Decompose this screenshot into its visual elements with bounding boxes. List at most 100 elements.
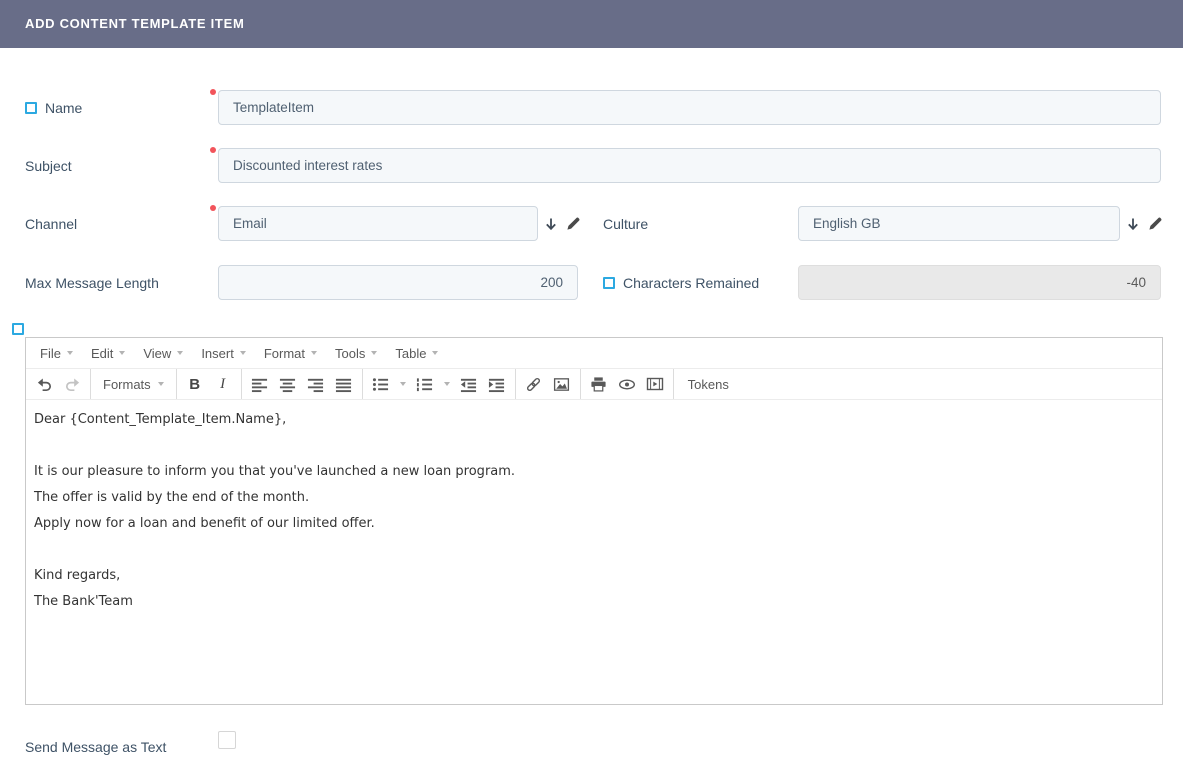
name-label-text: Name xyxy=(45,100,82,116)
culture-edit-button[interactable] xyxy=(1144,206,1166,241)
toolbar-group-insert xyxy=(515,369,580,399)
chevron-down-icon xyxy=(400,382,406,386)
menu-insert[interactable]: Insert xyxy=(192,338,255,368)
subject-label: Subject xyxy=(25,148,72,183)
menu-edit[interactable]: Edit xyxy=(82,338,134,368)
content-line: The offer is valid by the end of the mon… xyxy=(34,490,1154,506)
align-left-button[interactable] xyxy=(246,371,274,397)
content-line: Kind regards, xyxy=(34,568,1154,584)
menu-table[interactable]: Table xyxy=(386,338,447,368)
bullet-list-icon xyxy=(372,376,389,393)
name-label: Name xyxy=(25,90,82,125)
justify-button[interactable] xyxy=(330,371,358,397)
channel-input[interactable] xyxy=(218,206,538,241)
toolbar-group-lists xyxy=(362,369,515,399)
menu-tools-label: Tools xyxy=(335,346,365,361)
chevron-down-icon xyxy=(67,351,73,355)
menu-view[interactable]: View xyxy=(134,338,192,368)
page-header: ADD CONTENT TEMPLATE ITEM xyxy=(0,0,1183,48)
bold-icon: B xyxy=(189,376,200,393)
chevron-down-icon xyxy=(371,351,377,355)
toolbar-group-history xyxy=(26,369,90,399)
undo-button[interactable] xyxy=(30,371,58,397)
send-message-as-text-checkbox[interactable] xyxy=(218,731,236,749)
italic-button[interactable]: I xyxy=(209,371,237,397)
formats-dropdown[interactable]: Formats xyxy=(95,371,172,397)
arrow-down-icon xyxy=(543,216,559,232)
insert-media-button[interactable] xyxy=(641,371,669,397)
subject-input[interactable] xyxy=(218,148,1161,183)
redo-button[interactable] xyxy=(58,371,86,397)
bullet-list-button[interactable] xyxy=(367,371,395,397)
channel-label: Channel xyxy=(25,206,77,241)
italic-icon: I xyxy=(220,376,225,393)
undo-icon xyxy=(36,376,53,393)
indent-icon xyxy=(488,376,505,393)
tokens-button[interactable]: Tokens xyxy=(678,371,739,397)
send-message-as-text-label: Send Message as Text xyxy=(25,729,166,764)
subject-label-text: Subject xyxy=(25,158,72,174)
align-left-icon xyxy=(251,376,268,393)
print-button[interactable] xyxy=(585,371,613,397)
menu-edit-label: Edit xyxy=(91,346,113,361)
name-input[interactable] xyxy=(218,90,1161,125)
content-line: It is our pleasure to inform you that yo… xyxy=(34,464,1154,480)
chevron-down-icon xyxy=(119,351,125,355)
characters-remained-label-text: Characters Remained xyxy=(623,275,759,291)
add-content-template-item-page: ADD CONTENT TEMPLATE ITEM Name Subject C… xyxy=(0,0,1183,769)
numbered-list-icon xyxy=(416,376,433,393)
content-line: Apply now for a loan and benefit of our … xyxy=(34,516,1154,532)
image-icon xyxy=(553,376,570,393)
menu-file-label: File xyxy=(40,346,61,361)
justify-icon xyxy=(335,376,352,393)
max-message-length-input[interactable] xyxy=(218,265,578,300)
content-line: The Bank'Team xyxy=(34,594,1154,610)
outdent-button[interactable] xyxy=(455,371,483,397)
channel-edit-button[interactable] xyxy=(562,206,584,241)
menu-insert-label: Insert xyxy=(201,346,234,361)
info-square-icon xyxy=(12,323,24,335)
menu-file[interactable]: File xyxy=(31,338,82,368)
numbered-list-options-button[interactable] xyxy=(439,371,455,397)
menu-tools[interactable]: Tools xyxy=(326,338,386,368)
max-message-length-label-text: Max Message Length xyxy=(25,275,159,291)
preview-button[interactable] xyxy=(613,371,641,397)
culture-input[interactable] xyxy=(798,206,1120,241)
bullet-list-options-button[interactable] xyxy=(395,371,411,397)
insert-link-button[interactable] xyxy=(520,371,548,397)
print-icon xyxy=(590,376,607,393)
channel-dropdown-button[interactable] xyxy=(540,206,562,241)
numbered-list-button[interactable] xyxy=(411,371,439,397)
required-dot xyxy=(210,147,216,153)
editor-content[interactable]: Dear {Content_Template_Item.Name}, It is… xyxy=(26,400,1162,704)
formats-label: Formats xyxy=(103,377,151,392)
insert-image-button[interactable] xyxy=(548,371,576,397)
culture-label-text: Culture xyxy=(603,216,648,232)
toolbar-group-output xyxy=(580,369,673,399)
characters-remained-label: Characters Remained xyxy=(603,265,759,300)
characters-remained-input xyxy=(798,265,1161,300)
menu-format-label: Format xyxy=(264,346,305,361)
message-editor: File Edit View Insert Format Tools xyxy=(25,337,1163,705)
editor-toolbar: Formats B I xyxy=(26,369,1162,400)
outdent-icon xyxy=(460,376,477,393)
chevron-down-icon xyxy=(158,382,164,386)
chevron-down-icon xyxy=(240,351,246,355)
toolbar-group-formats: Formats xyxy=(90,369,176,399)
max-message-length-label: Max Message Length xyxy=(25,265,159,300)
media-icon xyxy=(646,375,664,393)
align-right-button[interactable] xyxy=(302,371,330,397)
bold-button[interactable]: B xyxy=(181,371,209,397)
menu-format[interactable]: Format xyxy=(255,338,326,368)
chevron-down-icon xyxy=(311,351,317,355)
indent-button[interactable] xyxy=(483,371,511,397)
chevron-down-icon xyxy=(177,351,183,355)
chevron-down-icon xyxy=(432,351,438,355)
culture-dropdown-button[interactable] xyxy=(1122,206,1144,241)
editor-menubar: File Edit View Insert Format Tools xyxy=(26,338,1162,369)
redo-icon xyxy=(64,376,81,393)
content-line xyxy=(34,542,1154,558)
send-message-as-text-label-text: Send Message as Text xyxy=(25,739,166,755)
info-square-icon xyxy=(603,277,615,289)
align-center-button[interactable] xyxy=(274,371,302,397)
